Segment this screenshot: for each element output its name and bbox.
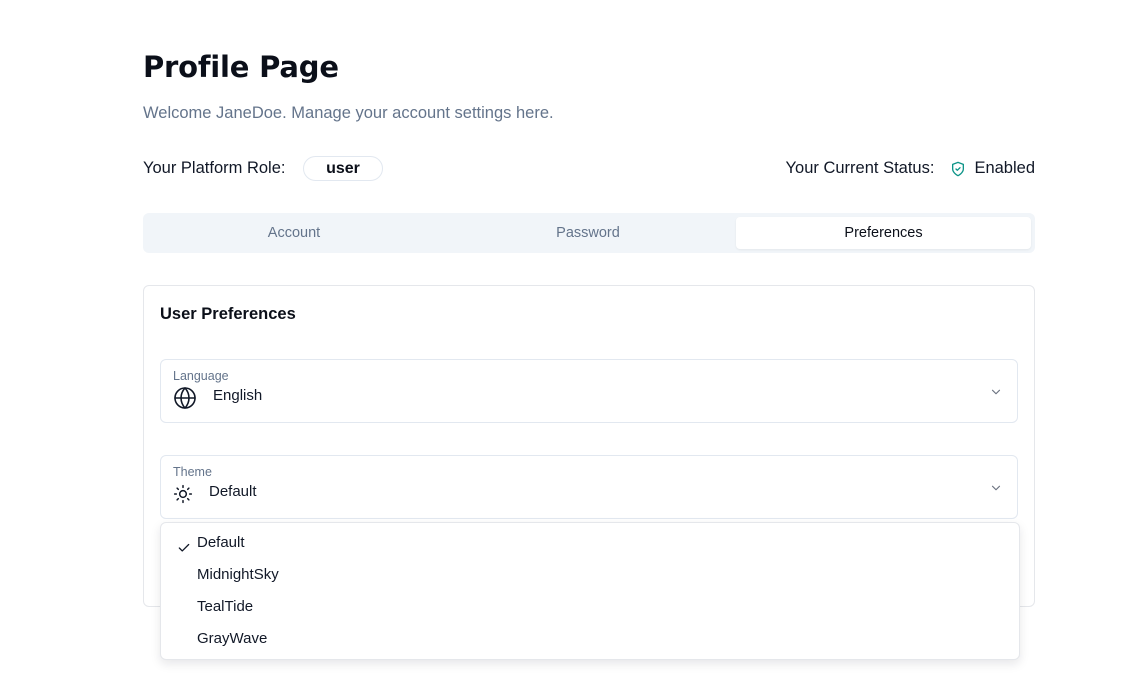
option-label: Default bbox=[197, 534, 245, 551]
tab-preferences[interactable]: Preferences bbox=[736, 217, 1031, 249]
theme-option-tealtide[interactable]: TealTide bbox=[165, 592, 1015, 622]
role-badge: user bbox=[303, 156, 383, 181]
tab-account[interactable]: Account bbox=[147, 217, 441, 249]
role-label: Your Platform Role: bbox=[143, 159, 286, 177]
page-subtitle: Welcome JaneDoe. Manage your account set… bbox=[143, 104, 554, 122]
status-indicator: Your Current Status: Enabled bbox=[786, 159, 1035, 178]
sun-icon bbox=[173, 484, 193, 504]
tab-password[interactable]: Password bbox=[441, 217, 735, 249]
page-title: Profile Page bbox=[143, 50, 339, 84]
status-value: Enabled bbox=[974, 159, 1035, 177]
language-label: Language bbox=[173, 369, 229, 383]
option-label: GrayWave bbox=[197, 630, 268, 647]
theme-option-graywave[interactable]: GrayWave bbox=[165, 624, 1015, 654]
option-label: MidnightSky bbox=[197, 566, 279, 583]
globe-icon bbox=[173, 386, 197, 410]
option-label: TealTide bbox=[197, 598, 254, 615]
theme-value: Default bbox=[209, 483, 257, 500]
check-icon bbox=[177, 536, 191, 552]
status-label: Your Current Status: bbox=[785, 159, 935, 177]
theme-select[interactable]: Theme Default bbox=[160, 455, 1018, 519]
role-status-row: Your Platform Role: user Your Current St… bbox=[143, 156, 1035, 182]
chevron-down-icon bbox=[989, 385, 1003, 399]
theme-option-midnightsky[interactable]: MidnightSky bbox=[165, 560, 1015, 590]
card-title: User Preferences bbox=[160, 305, 296, 323]
shield-check-icon bbox=[950, 161, 966, 177]
settings-tabs: Account Password Preferences bbox=[143, 213, 1035, 253]
language-value: English bbox=[213, 387, 263, 404]
language-select[interactable]: Language English bbox=[160, 359, 1018, 423]
theme-option-default[interactable]: Default bbox=[165, 528, 1015, 558]
chevron-down-icon bbox=[989, 481, 1003, 495]
theme-dropdown-menu: Default MidnightSky TealTide GrayWave bbox=[160, 522, 1020, 660]
theme-label: Theme bbox=[173, 465, 212, 479]
